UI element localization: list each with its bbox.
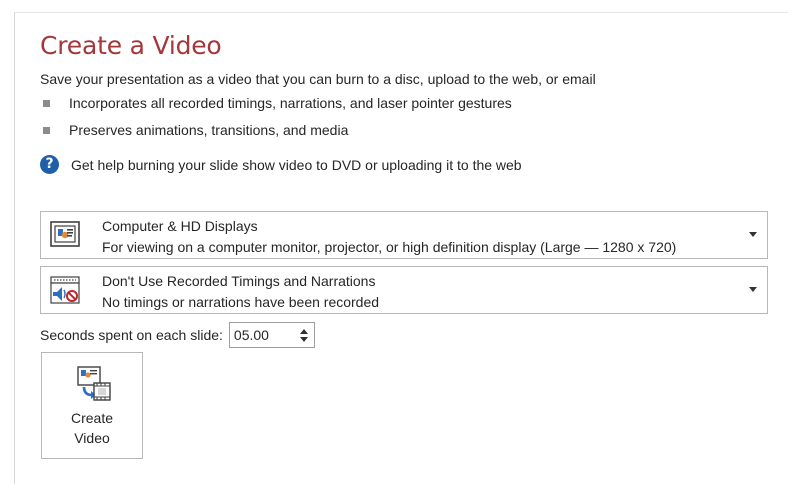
chevron-down-icon[interactable] [749,287,757,292]
computer-display-icon [50,221,80,247]
seconds-label: Seconds spent on each slide: [40,327,223,343]
create-video-button[interactable]: Create Video [41,352,143,459]
page-description: Save your presentation as a video that y… [40,71,596,87]
quality-subtitle: For viewing on a computer monitor, proje… [102,239,677,255]
video-quality-dropdown[interactable]: Computer & HD Displays For viewing on a … [40,211,768,259]
bullet-square-icon [43,126,50,134]
create-video-label: Create Video [70,410,114,446]
timings-title: Don't Use Recorded Timings and Narration… [102,273,376,289]
seconds-stepper[interactable] [228,322,315,348]
bullet-item-timings: Incorporates all recorded timings, narra… [43,95,512,111]
help-link[interactable]: ? Get help burning your slide show video… [40,155,522,174]
quality-title: Computer & HD Displays [102,218,258,234]
help-link-text[interactable]: Get help burning your slide show video t… [71,157,522,173]
bullet-text: Preserves animations, transitions, and m… [69,122,349,138]
create-video-panel: Create a Video Save your presentation as… [14,12,788,484]
timings-narrations-dropdown[interactable]: Don't Use Recorded Timings and Narration… [40,266,768,314]
no-narration-icon [50,276,80,304]
spin-up-icon[interactable] [299,329,308,334]
create-video-icon [77,366,111,401]
bullet-square-icon [43,99,50,107]
bullet-item-animations: Preserves animations, transitions, and m… [43,122,348,138]
spin-down-icon[interactable] [299,337,308,342]
help-question-icon: ? [40,155,59,174]
seconds-input[interactable] [233,326,290,344]
bullet-text: Incorporates all recorded timings, narra… [69,95,512,111]
timings-subtitle: No timings or narrations have been recor… [102,294,380,310]
chevron-down-icon[interactable] [749,232,757,237]
page-title: Create a Video [40,31,222,60]
seconds-per-slide-row: Seconds spent on each slide: [40,322,315,348]
